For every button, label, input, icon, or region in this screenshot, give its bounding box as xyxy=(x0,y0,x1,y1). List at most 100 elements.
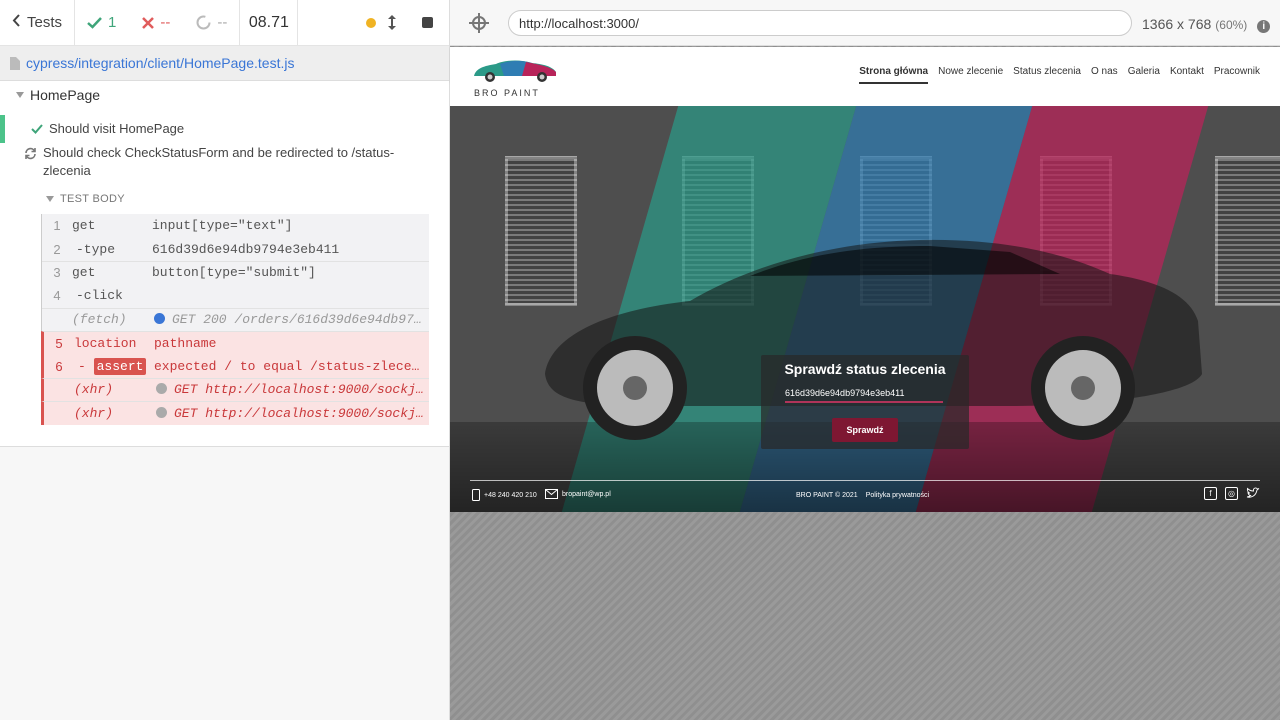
tests-label: Tests xyxy=(27,14,63,31)
command-message: expected / to equal /status-zlecenia xyxy=(154,359,424,374)
command-number: 2 xyxy=(53,241,61,257)
viewport-size: 1366 x 768 xyxy=(1142,16,1212,32)
command-row-error[interactable]: 5 location pathname xyxy=(41,330,429,355)
tests-button[interactable]: Tests xyxy=(0,0,76,46)
failed-stat: -- xyxy=(142,14,170,31)
command-name: get xyxy=(72,265,96,281)
selector-playground-icon[interactable] xyxy=(469,12,489,33)
nav-link-home[interactable]: Strona główna xyxy=(859,66,928,84)
nav-link-gallery[interactable]: Galeria xyxy=(1128,66,1160,77)
command-message: GET http://localhost:9000/sockjs-node/in… xyxy=(156,382,426,397)
msg-expected: expected xyxy=(154,358,217,374)
command-row[interactable]: 2 -type 616d39d6e94db9794e3eb411 xyxy=(42,237,429,261)
command-number: 5 xyxy=(55,335,63,351)
nav-link-order-status[interactable]: Status zlecenia xyxy=(1013,66,1081,77)
viewport-scale: (60%) xyxy=(1215,18,1248,32)
test-item-running[interactable]: Should check CheckStatusForm and be redi… xyxy=(24,144,424,180)
site-page: BRO PAINT Strona główna Nowe zlecenie St… xyxy=(450,47,1280,512)
twitter-icon[interactable] xyxy=(1246,487,1260,501)
status-form-title: Sprawdź status zlecenia xyxy=(784,361,946,377)
pending-stat: -- xyxy=(196,14,227,31)
copyright: BRO PAINT © 2021 xyxy=(796,492,858,499)
url-field[interactable]: http://localhost:3000/ xyxy=(508,10,1132,36)
test-item-passed[interactable]: Should visit HomePage xyxy=(0,115,430,143)
footer-phone[interactable]: +48 240 420 210 xyxy=(472,489,537,501)
command-number: 4 xyxy=(53,288,61,304)
auto-scroll-icon[interactable] xyxy=(388,15,396,30)
mail-icon xyxy=(545,489,558,499)
command-row[interactable]: 1 get input[type="text"] xyxy=(42,214,429,238)
msg-to-equal: to equal xyxy=(239,358,303,374)
command-name: location xyxy=(74,335,137,351)
info-icon[interactable]: i xyxy=(1257,20,1271,33)
command-number: 3 xyxy=(53,265,61,281)
passed-stat: 1 xyxy=(87,14,116,31)
aut-url-bar: http://localhost:3000/ 1366 x 768 (60%) … xyxy=(450,0,1280,46)
command-message: pathname xyxy=(154,335,217,351)
command-row-xhr[interactable]: (xhr) GET http://localhost:9000/sockjs-n… xyxy=(41,401,429,425)
xhr-message: GET http://localhost:9000/sockjs-node/in… xyxy=(174,405,426,421)
instagram-icon[interactable]: ◎ xyxy=(1225,487,1238,500)
pending-count: -- xyxy=(217,14,228,31)
nav-link-employee[interactable]: Pracownik xyxy=(1214,66,1260,77)
file-icon xyxy=(10,56,20,70)
command-message: 616d39d6e94db9794e3eb411 xyxy=(152,241,340,257)
command-number: 6 xyxy=(55,358,63,374)
status-dot-icon xyxy=(156,406,167,418)
command-name: - assert xyxy=(74,357,154,375)
site-footer: +48 240 420 210 bropaint@wp.pl BRO PAINT… xyxy=(450,487,1280,502)
command-row-fetch[interactable]: (fetch) GET 200 /orders/616d39d6e94db979… xyxy=(42,307,429,331)
status-dot-icon xyxy=(154,313,165,325)
x-icon xyxy=(142,16,155,29)
command-row[interactable]: 3 get button[type="submit"] xyxy=(42,260,429,285)
privacy-link[interactable]: Polityka prywatności xyxy=(866,492,929,499)
test-body-label: TEST BODY xyxy=(60,193,125,205)
spec-path-link[interactable]: cypress/integration/client/HomePage.test… xyxy=(26,55,294,71)
command-name: (xhr) xyxy=(74,405,114,421)
test-body-header[interactable]: TEST BODY xyxy=(46,193,125,205)
logo-text: BRO PAINT xyxy=(474,87,540,98)
site-logo[interactable]: BRO PAINT xyxy=(470,56,560,98)
command-name: (fetch) xyxy=(72,312,127,328)
command-name: -type xyxy=(76,241,116,257)
nav-link-new-order[interactable]: Nowe zlecenie xyxy=(938,66,1003,77)
cypress-runner: Tests 1 -- -- 08.71 cypress/integration/… xyxy=(0,0,1280,720)
command-row-error[interactable]: 6 - assert expected / to equal /status-z… xyxy=(41,354,429,378)
app-under-test: http://localhost:3000/ 1366 x 768 (60%) … xyxy=(450,0,1280,720)
command-message: button[type="submit"] xyxy=(152,265,316,281)
spec-file-bar: cypress/integration/client/HomePage.test… xyxy=(0,46,449,81)
command-message: input[type="text"] xyxy=(152,218,293,234)
failed-count: -- xyxy=(160,14,171,31)
msg-target: /status-zlecenia xyxy=(310,358,424,374)
status-dot-icon xyxy=(156,383,167,395)
hero-section: Sprawdź status zlecenia 616d39d6e94db979… xyxy=(450,106,1280,512)
stop-icon[interactable] xyxy=(422,17,433,28)
run-controls xyxy=(298,0,449,46)
command-name: -click xyxy=(76,288,123,304)
suite-title[interactable]: HomePage xyxy=(16,87,100,103)
command-row-xhr[interactable]: (xhr) GET http://localhost:9000/sockjs-n… xyxy=(41,377,429,402)
command-log: 1 get input[type="text"] 2 -type 616d39d… xyxy=(41,214,429,425)
reporter-panel: Tests 1 -- -- 08.71 cypress/integration/… xyxy=(0,0,450,720)
site-navbar: BRO PAINT Strona główna Nowe zlecenie St… xyxy=(450,47,1280,106)
test-stats: 1 -- -- xyxy=(75,0,241,46)
command-message: GET 200 /orders/616d39d6e94db9794e3eb411 xyxy=(154,312,424,327)
nav-link-about[interactable]: O nas xyxy=(1091,66,1118,77)
email-address: bropaint@wp.pl xyxy=(562,490,611,498)
command-number: 1 xyxy=(53,218,61,234)
circle-notch-icon xyxy=(196,15,211,30)
command-row[interactable]: 4 -click xyxy=(42,284,429,308)
footer-email[interactable]: bropaint@wp.pl xyxy=(545,489,611,499)
running-indicator-icon xyxy=(366,17,376,28)
order-id-input[interactable]: 616d39d6e94db9794e3eb411 xyxy=(785,385,943,403)
check-icon xyxy=(87,16,102,29)
passed-count: 1 xyxy=(108,14,117,31)
site-nav-links: Strona główna Nowe zlecenie Status zlece… xyxy=(859,66,1260,84)
command-message: GET http://localhost:9000/sockjs-node/in… xyxy=(156,406,426,421)
test-title: Should visit HomePage xyxy=(49,121,185,136)
nav-link-contact[interactable]: Kontakt xyxy=(1170,66,1204,77)
facebook-icon[interactable]: f xyxy=(1204,487,1217,500)
command-name: (xhr) xyxy=(74,382,114,398)
footer-divider xyxy=(470,480,1260,481)
check-status-button[interactable]: Sprawdź xyxy=(832,418,898,442)
